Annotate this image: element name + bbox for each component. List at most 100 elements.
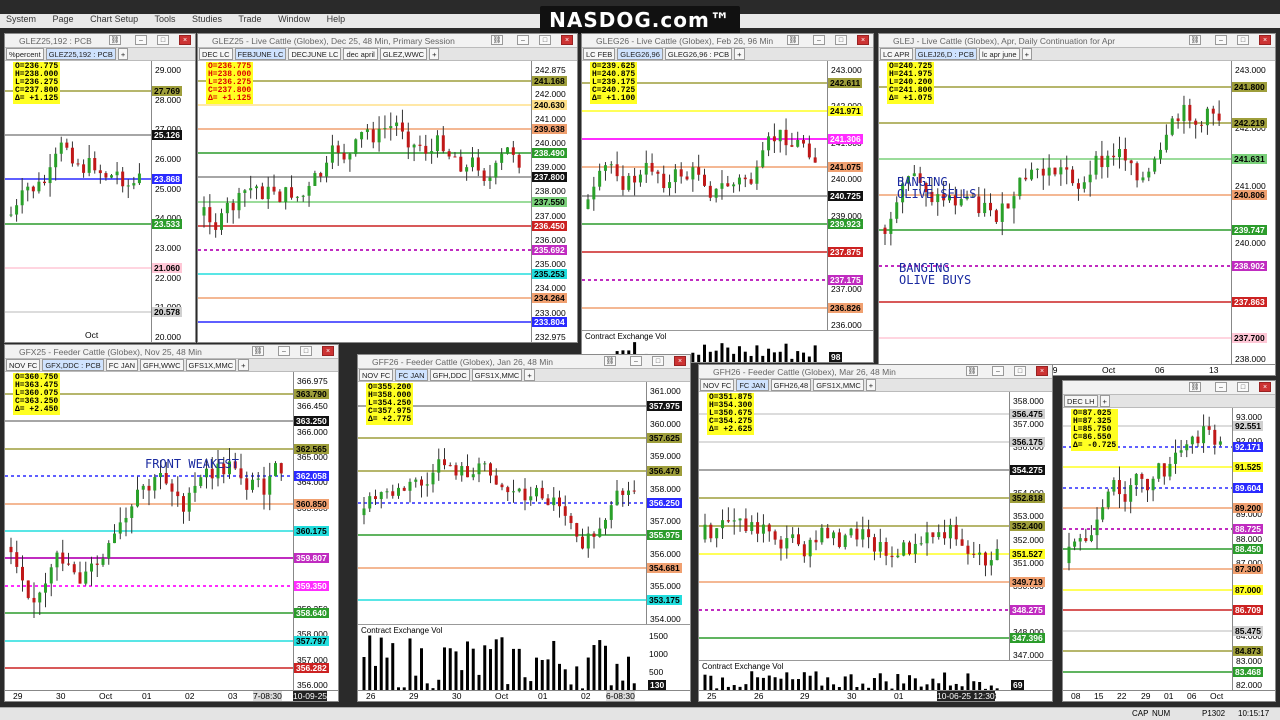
maximize-button[interactable]: □	[1237, 382, 1249, 392]
minimize-button[interactable]: –	[1215, 382, 1227, 392]
maximize-button[interactable]: □	[300, 346, 312, 356]
menu-studies[interactable]: Studies	[192, 14, 222, 24]
close-button[interactable]: ×	[322, 346, 334, 356]
link-icon[interactable]: ⛓	[604, 356, 616, 366]
symbol-tab[interactable]: lc apr june	[978, 48, 1020, 60]
link-icon[interactable]: ⛓	[966, 366, 978, 376]
close-button[interactable]: ×	[1259, 382, 1271, 392]
symbol-tab[interactable]: GLEZ,WWC	[379, 48, 428, 60]
maximize-button[interactable]: □	[157, 35, 169, 45]
add-tab-icon[interactable]: +	[1021, 48, 1032, 60]
volume-pane[interactable]: Contract Exchange Vol 69	[699, 660, 1052, 691]
menu-trade[interactable]: Trade	[238, 14, 261, 24]
symbol-tab[interactable]: DEC LC	[199, 48, 233, 60]
window-title-bar[interactable]: – □ × ⛓	[1063, 381, 1275, 395]
symbol-tab[interactable]: LC APR	[880, 48, 913, 60]
window-title-bar[interactable]: GLEZ25,192 : PCB – □ × ⛓	[5, 34, 195, 48]
symbol-tab[interactable]: FC JAN	[105, 359, 139, 371]
add-tab-icon[interactable]: +	[429, 48, 440, 60]
minimize-button[interactable]: –	[517, 35, 529, 45]
symbol-tab[interactable]: GLEJ26,D : PCB	[914, 48, 977, 60]
symbol-tab[interactable]: GFH,WWC	[140, 359, 184, 371]
add-tab-icon[interactable]: +	[524, 369, 535, 381]
symbol-tab[interactable]: DEC LH	[1064, 395, 1098, 407]
add-tab-icon[interactable]: +	[117, 48, 129, 60]
price-axis[interactable]: 93.00092.00091.00090.00089.00088.00087.0…	[1232, 408, 1275, 690]
price-axis[interactable]: 29.000 28.000 27.000 26.000 25.000 24.000 23.0…	[151, 61, 195, 342]
close-button[interactable]: ×	[561, 35, 573, 45]
minimize-button[interactable]: –	[135, 35, 147, 45]
add-tab-icon[interactable]: +	[238, 359, 249, 371]
symbol-tab[interactable]: FC JAN	[395, 369, 428, 381]
symbol-tab[interactable]: GLEZ25,192 : PCB	[45, 48, 116, 60]
window-title-bar[interactable]: GLEJ - Live Cattle (Globex), Apr, Daily …	[879, 34, 1275, 48]
minimize-button[interactable]: –	[813, 35, 825, 45]
candle-body	[908, 542, 912, 555]
maximize-button[interactable]: □	[1014, 366, 1026, 376]
window-title-bar[interactable]: GFX25 - Feeder Cattle (Globex), Nov 25, …	[5, 345, 338, 359]
time-axis[interactable]: 262930Oct0102036-08:30	[358, 690, 690, 701]
symbol-tab[interactable]: GFX,DDC : PCB	[42, 359, 104, 371]
symbol-tab[interactable]: DECJUNE LC	[288, 48, 342, 60]
symbol-tab[interactable]: FEBJUNE LC	[234, 48, 287, 60]
price-plot[interactable]	[879, 61, 1231, 364]
window-title-bar[interactable]: GFF26 - Feeder Cattle (Globex), Jan 26, …	[358, 355, 690, 369]
volume-pane[interactable]: Contract Exchange Vol 1500 1000 500 130	[358, 624, 690, 691]
symbol-tab[interactable]: GFS1X,MMC	[813, 379, 864, 391]
close-button[interactable]: ×	[857, 35, 869, 45]
symbol-tab[interactable]: NOV FC	[6, 359, 41, 371]
symbol-tab[interactable]: GFH,DDC	[429, 369, 470, 381]
menu-help[interactable]: Help	[327, 14, 346, 24]
symbol-tab[interactable]: GFH26,48	[770, 379, 812, 391]
menu-window[interactable]: Window	[278, 14, 310, 24]
symbol-tab[interactable]: dec april	[343, 48, 378, 60]
price-axis[interactable]: 358.000357.000356.000355.000354.000353.0…	[1009, 392, 1052, 660]
window-title-bar[interactable]: GLEG26 - Live Cattle (Globex), Feb 26, 9…	[582, 34, 873, 48]
menu-tools[interactable]: Tools	[154, 14, 175, 24]
minimize-button[interactable]: –	[278, 346, 290, 356]
maximize-button[interactable]: □	[652, 356, 664, 366]
link-icon[interactable]: ⛓	[491, 35, 503, 45]
price-axis[interactable]: 243.000242.000241.000240.000239.000238.0…	[827, 61, 873, 330]
minimize-button[interactable]: –	[992, 366, 1004, 376]
link-icon[interactable]: ⛓	[787, 35, 799, 45]
link-icon[interactable]: ⛓	[1189, 35, 1201, 45]
price-axis[interactable]: 243.000242.000241.000240.000239.000238.0…	[1231, 61, 1275, 364]
price-plot[interactable]	[5, 372, 293, 690]
maximize-button[interactable]: □	[835, 35, 847, 45]
link-icon[interactable]: ⛓	[109, 35, 121, 45]
price-axis[interactable]: 366.975366.450366.000365.000364.000363.0…	[293, 372, 338, 690]
link-icon[interactable]: ⛓	[1189, 382, 1201, 392]
symbol-tab[interactable]: FC JAN	[736, 379, 769, 391]
maximize-button[interactable]: □	[539, 35, 551, 45]
symbol-tab[interactable]: NOV FC	[359, 369, 394, 381]
close-button[interactable]: ×	[179, 35, 191, 45]
time-axis[interactable]: 2930Oct010203067-08:3010-09-25	[5, 690, 338, 701]
link-icon[interactable]: ⛓	[252, 346, 264, 356]
window-title-bar[interactable]: GFH26 - Feeder Cattle (Globex), Mar 26, …	[699, 365, 1052, 379]
minimize-button[interactable]: –	[1215, 35, 1227, 45]
symbol-tab[interactable]: LC FEB	[583, 48, 616, 60]
menu-chart-setup[interactable]: Chart Setup	[90, 14, 138, 24]
add-tab-icon[interactable]: +	[734, 48, 745, 60]
menu-page[interactable]: Page	[53, 14, 74, 24]
close-button[interactable]: ×	[674, 356, 686, 366]
symbol-tab[interactable]: GLEG26,96 : PCB	[664, 48, 733, 60]
symbol-tab[interactable]: GFS1X,MMC	[471, 369, 523, 381]
minimize-button[interactable]: –	[630, 356, 642, 366]
menu-system[interactable]: System	[6, 14, 36, 24]
symbol-tab[interactable]: GLEG26,96	[617, 48, 663, 60]
price-axis[interactable]: 242.875 242.000 241.000 240.000 239.000 238.0…	[531, 61, 577, 342]
time-axis[interactable]: 2526293001020310-06-25 12:30	[699, 690, 1052, 701]
add-tab-icon[interactable]: +	[1099, 395, 1110, 407]
symbol-tab[interactable]: NOV FC	[700, 379, 735, 391]
add-tab-icon[interactable]: +	[865, 379, 877, 391]
window-title-bar[interactable]: GLEZ25 - Live Cattle (Globex), Dec 25, 4…	[198, 34, 577, 48]
maximize-button[interactable]: □	[1237, 35, 1249, 45]
time-axis[interactable]: 08 15 22 29 01 06 Oct	[1063, 690, 1275, 701]
symbol-tab[interactable]: GFS1X,MMC	[185, 359, 237, 371]
symbol-tab[interactable]: %percent	[6, 48, 44, 60]
price-axis[interactable]: 361.000 360.000 359.000 358.000 357.000 356.0…	[646, 382, 690, 624]
close-button[interactable]: ×	[1036, 366, 1048, 376]
close-button[interactable]: ×	[1259, 35, 1271, 45]
